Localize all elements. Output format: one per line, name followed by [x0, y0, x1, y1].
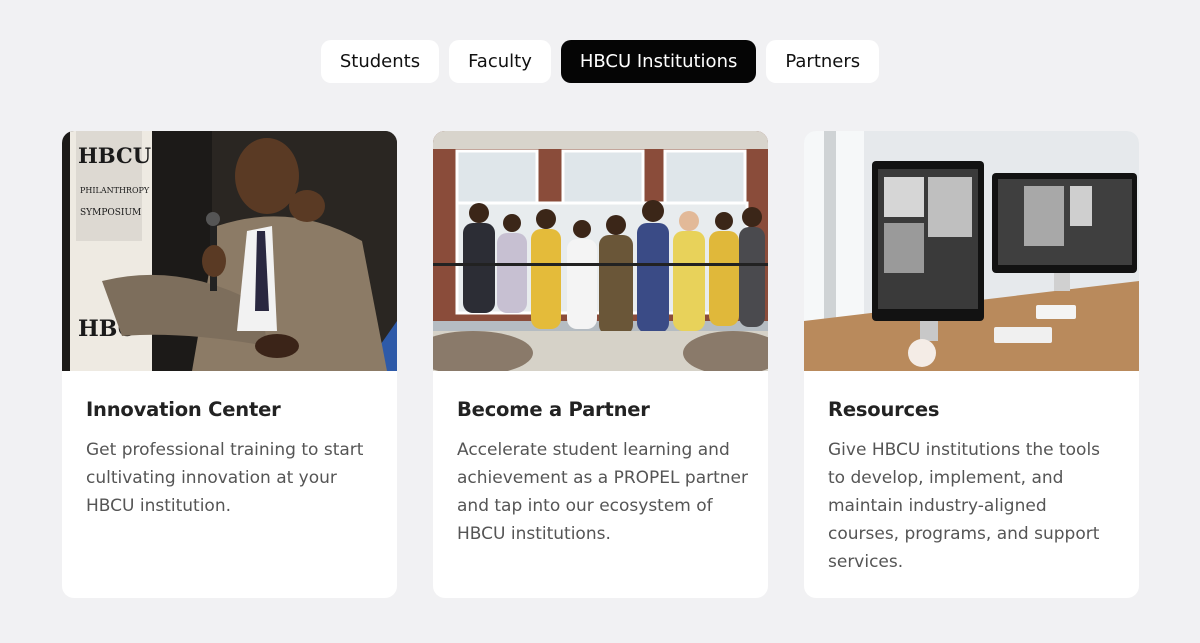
card-innovation-center[interactable]: HBCU PHILANTHROPY SYMPOSIUM HBC Innovati… — [62, 131, 397, 598]
card-resources[interactable]: Resources Give HBCU institutions the too… — [804, 131, 1139, 598]
card-grid: HBCU PHILANTHROPY SYMPOSIUM HBC Innovati… — [62, 131, 1139, 598]
speaker-photo: HBCU PHILANTHROPY SYMPOSIUM HBC — [62, 131, 397, 371]
banner-philanthropy-text: PHILANTHROPY — [80, 186, 150, 195]
card-title: Innovation Center — [86, 398, 281, 421]
card-description: Give HBCU institutions the tools to deve… — [828, 440, 1101, 572]
tab-students[interactable]: Students — [320, 40, 440, 83]
banner-symposium-text: SYMPOSIUM — [80, 208, 141, 218]
card-title: Resources — [828, 398, 940, 421]
workstation-photo — [804, 131, 1139, 371]
card-description: Accelerate student learning and achievem… — [457, 440, 749, 544]
tab-faculty[interactable]: Faculty — [449, 40, 551, 83]
card-become-a-partner[interactable]: Become a Partner Accelerate student lear… — [433, 131, 768, 598]
audience-tab-bar: Students Faculty HBCU Institutions Partn… — [0, 40, 1200, 83]
card-description: Get professional training to start culti… — [86, 440, 364, 516]
banner-hbcu-text: HBCU — [78, 143, 151, 168]
tab-partners[interactable]: Partners — [766, 40, 880, 83]
group-photo — [433, 131, 768, 371]
tab-hbcu-institutions[interactable]: HBCU Institutions — [560, 40, 757, 83]
card-title: Become a Partner — [457, 398, 650, 421]
